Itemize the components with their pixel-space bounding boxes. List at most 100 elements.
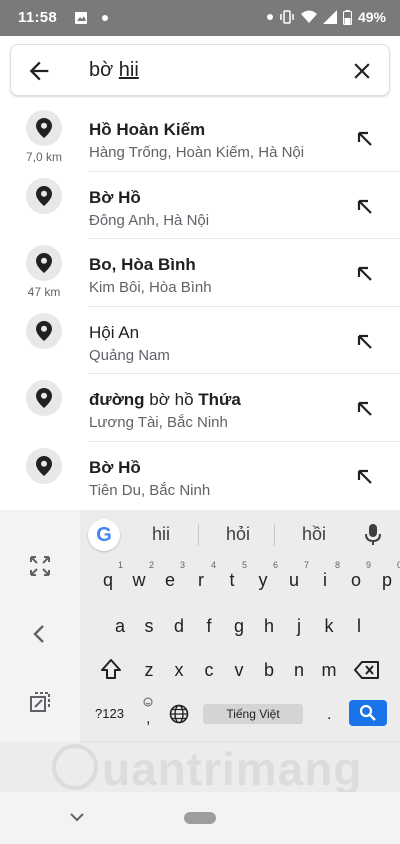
key-p[interactable]: p0 bbox=[376, 560, 400, 591]
key-u[interactable]: u7 bbox=[283, 560, 309, 591]
result-row[interactable]: Bờ Hồ Tiên Du, Bắc Ninh bbox=[0, 442, 400, 510]
result-distance: 7,0 km bbox=[25, 150, 62, 164]
chevron-down-icon[interactable] bbox=[68, 808, 86, 826]
key-n[interactable]: n bbox=[288, 660, 310, 681]
key-x[interactable]: x bbox=[168, 660, 190, 681]
key-w[interactable]: w2 bbox=[128, 560, 155, 591]
result-title: Bo, Hòa Bình bbox=[89, 255, 196, 274]
dot-icon bbox=[266, 14, 273, 20]
symbols-key[interactable]: ?123 bbox=[95, 706, 124, 721]
back-arrow-icon[interactable] bbox=[25, 57, 53, 85]
battery-percent: 49% bbox=[357, 9, 386, 25]
fill-query-arrow-icon[interactable] bbox=[356, 333, 374, 351]
divider bbox=[274, 524, 275, 546]
key-l[interactable]: l bbox=[348, 616, 370, 637]
image-icon bbox=[75, 12, 87, 24]
emoji-icon bbox=[143, 697, 153, 707]
search-icon bbox=[359, 704, 376, 721]
fill-query-arrow-icon[interactable] bbox=[356, 130, 374, 148]
key-b[interactable]: b bbox=[258, 660, 280, 681]
chevron-left-icon[interactable] bbox=[28, 622, 52, 646]
result-row[interactable]: 7,0 km Hồ Hoàn Kiếm Hàng Trống, Hoàn Kiế… bbox=[0, 104, 400, 172]
place-pin-icon bbox=[26, 447, 62, 484]
suggestion-strip: G hii hỏi hồi bbox=[80, 510, 400, 560]
place-pin-icon bbox=[26, 380, 62, 416]
key-t[interactable]: t5 bbox=[221, 560, 247, 591]
place-pin-icon bbox=[26, 177, 62, 214]
result-row[interactable]: đường bờ hồ Thứa Lương Tài, Bắc Ninh bbox=[0, 374, 400, 442]
suggestion[interactable]: hii bbox=[152, 524, 170, 545]
result-row[interactable]: Bờ Hồ Đông Anh, Hà Nội bbox=[0, 172, 400, 239]
keyboard: G hii hỏi hồi q1 w2 e3 r4 t5 y6 u7 i8 o9… bbox=[80, 510, 400, 742]
globe-icon[interactable] bbox=[169, 704, 189, 724]
key-d[interactable]: d bbox=[168, 616, 190, 637]
status-time: 11:58 bbox=[18, 9, 58, 26]
period-key[interactable]: . bbox=[327, 706, 331, 724]
signal-icon bbox=[322, 10, 337, 24]
key-a[interactable]: a bbox=[109, 616, 131, 637]
key-o[interactable]: o9 bbox=[345, 560, 371, 591]
key-s[interactable]: s bbox=[138, 616, 160, 637]
key-q[interactable]: q1 bbox=[97, 560, 123, 591]
key-h[interactable]: h bbox=[258, 616, 280, 637]
key-y[interactable]: y6 bbox=[252, 560, 279, 591]
dot-icon bbox=[102, 15, 108, 21]
key-j[interactable]: j bbox=[288, 616, 310, 637]
key-f[interactable]: f bbox=[198, 616, 220, 637]
key-v[interactable]: v bbox=[228, 660, 250, 681]
comma-key[interactable]: , bbox=[146, 710, 150, 728]
backspace-icon[interactable] bbox=[354, 660, 380, 680]
fill-query-arrow-icon[interactable] bbox=[356, 468, 374, 486]
result-subtitle: Đông Anh, Hà Nội bbox=[89, 211, 210, 229]
google-logo[interactable]: G bbox=[88, 519, 120, 551]
search-query-composing: hii bbox=[118, 59, 139, 81]
result-title: Bờ Hồ bbox=[89, 187, 141, 207]
key-c[interactable]: c bbox=[198, 660, 220, 681]
space-bar[interactable]: Tiếng Việt bbox=[203, 704, 303, 724]
result-title: đường bờ hồ Thứa bbox=[89, 390, 241, 409]
search-input[interactable]: bờ hii bbox=[89, 59, 139, 82]
search-results-list: 7,0 km Hồ Hoàn Kiếm Hàng Trống, Hoàn Kiế… bbox=[0, 104, 400, 509]
result-subtitle: Lương Tài, Bắc Ninh bbox=[89, 414, 228, 431]
result-subtitle: Quảng Nam bbox=[89, 346, 170, 364]
result-subtitle: Kim Bôi, Hòa Bình bbox=[89, 279, 212, 296]
key-e[interactable]: e3 bbox=[159, 560, 185, 591]
result-subtitle: Tiên Du, Bắc Ninh bbox=[89, 481, 211, 499]
watermark: uantrimang bbox=[0, 742, 400, 795]
suggestion[interactable]: hồi bbox=[302, 524, 326, 545]
search-bar[interactable]: bờ hii bbox=[10, 44, 390, 96]
microphone-icon[interactable] bbox=[364, 524, 382, 546]
expand-icon[interactable] bbox=[28, 554, 52, 578]
key-z[interactable]: z bbox=[138, 660, 160, 681]
fill-query-arrow-icon[interactable] bbox=[356, 400, 374, 418]
watermark-text: uantrimang bbox=[102, 743, 363, 795]
key-m[interactable]: m bbox=[318, 660, 340, 681]
result-row[interactable]: Hội An Quảng Nam bbox=[0, 307, 400, 374]
key-g[interactable]: g bbox=[228, 616, 250, 637]
result-subtitle: Hàng Trống, Hoàn Kiếm, Hà Nội bbox=[89, 144, 305, 161]
undock-icon[interactable] bbox=[28, 690, 52, 714]
search-key[interactable] bbox=[349, 700, 387, 726]
status-bar: 11:58 49% bbox=[0, 0, 400, 36]
vibrate-icon bbox=[280, 10, 294, 24]
place-pin-icon bbox=[26, 110, 62, 146]
shift-icon[interactable] bbox=[100, 658, 122, 680]
fill-query-arrow-icon[interactable] bbox=[356, 198, 374, 216]
place-pin-icon bbox=[26, 312, 62, 349]
key-i[interactable]: i8 bbox=[314, 560, 340, 591]
result-distance: 47 km bbox=[27, 285, 61, 299]
result-title: Bờ Hồ bbox=[89, 457, 141, 477]
fill-query-arrow-icon[interactable] bbox=[356, 265, 374, 283]
key-r[interactable]: r4 bbox=[190, 560, 216, 591]
result-row[interactable]: 47 km Bo, Hòa Bình Kim Bôi, Hòa Bình bbox=[0, 239, 400, 307]
watermark-logo bbox=[52, 744, 98, 790]
divider bbox=[198, 524, 199, 546]
search-query-prefix: bờ bbox=[89, 59, 119, 81]
key-k[interactable]: k bbox=[318, 616, 340, 637]
close-icon[interactable] bbox=[349, 58, 375, 84]
result-title: Hồ Hoàn Kiếm bbox=[89, 120, 206, 139]
result-title: Hội An bbox=[89, 322, 140, 342]
home-pill[interactable] bbox=[184, 812, 216, 824]
navigation-bar bbox=[0, 792, 400, 844]
suggestion[interactable]: hỏi bbox=[226, 524, 250, 545]
